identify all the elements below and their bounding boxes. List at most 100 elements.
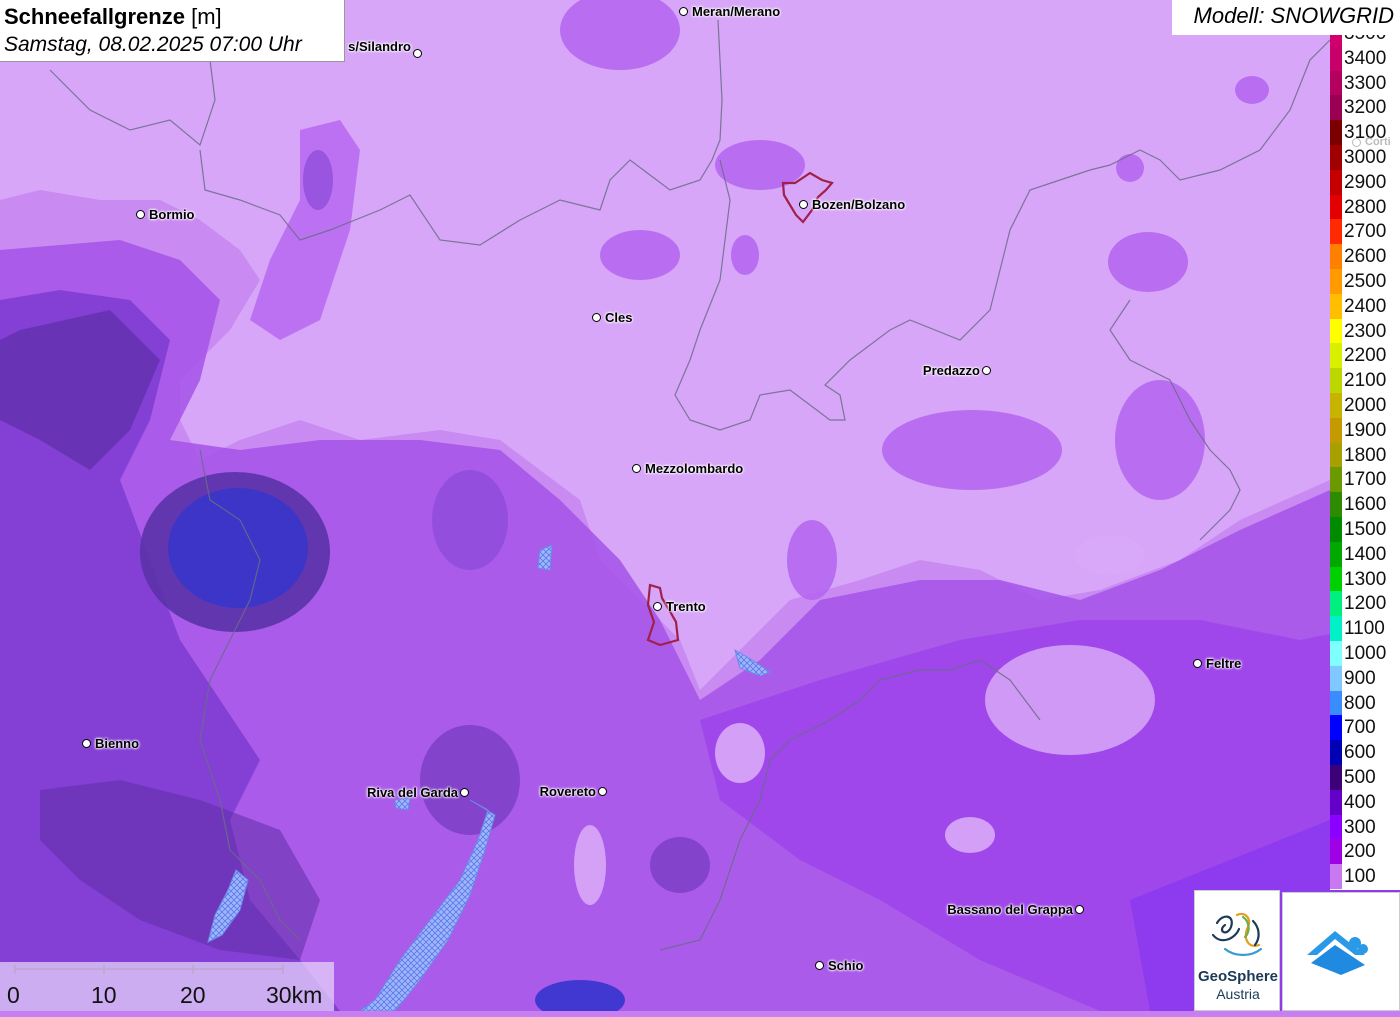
- legend-swatch: [1330, 318, 1342, 344]
- legend-row: 1100: [1330, 616, 1400, 642]
- legend-row: 1300: [1330, 566, 1400, 592]
- city-label[interactable]: Riva del Garda: [367, 785, 458, 800]
- legend-swatch: [1330, 194, 1342, 220]
- city-label[interactable]: Bozen/Bolzano: [812, 197, 905, 212]
- legend-swatch: [1330, 715, 1342, 741]
- city-marker-icon[interactable]: [460, 788, 469, 797]
- legend-label: 900: [1344, 667, 1376, 689]
- legend-label: 2400: [1344, 295, 1387, 317]
- city-marker-icon[interactable]: [679, 7, 688, 16]
- scale-label-0: 0: [7, 982, 20, 1008]
- legend-swatch: [1330, 839, 1342, 865]
- city-marker-icon[interactable]: [413, 49, 422, 58]
- legend-label: 1100: [1344, 618, 1385, 640]
- legend-row: 2200: [1330, 343, 1400, 369]
- city-marker-icon[interactable]: [982, 366, 991, 375]
- legend-label: 2500: [1344, 271, 1387, 292]
- city-marker-icon[interactable]: [136, 210, 145, 219]
- city-label[interactable]: Feltre: [1206, 656, 1241, 671]
- city-marker-icon[interactable]: [1193, 659, 1202, 668]
- legend-row: 2100: [1330, 368, 1400, 394]
- legend-swatch: [1330, 442, 1342, 468]
- legend-swatch: [1330, 343, 1342, 369]
- scale-label-30km: 30km: [266, 982, 323, 1008]
- scale-bar: 0 10 20 30km: [0, 962, 334, 1011]
- model-label: Modell: SNOWGRID: [1172, 0, 1400, 35]
- legend-row: 2300: [1330, 318, 1400, 344]
- legend-row: 2900: [1330, 169, 1400, 195]
- legend-row: 200: [1330, 839, 1400, 865]
- map-title-box: Schneefallgrenze [m] Samstag, 08.02.2025…: [0, 0, 345, 62]
- city-marker-icon[interactable]: [1352, 138, 1361, 147]
- map-title: Schneefallgrenze [m]: [4, 2, 340, 31]
- legend-label: 1600: [1344, 494, 1387, 516]
- geosphere-logo-icon: [1211, 912, 1263, 957]
- city-marker-icon[interactable]: [815, 961, 824, 970]
- city-label[interactable]: Bormio: [149, 207, 195, 222]
- color-legend: 3500340033003200310030002900280027002600…: [1330, 35, 1400, 890]
- legend-label: 1900: [1344, 419, 1387, 441]
- title-bold: Schneefallgrenze: [4, 4, 185, 29]
- legend-swatch: [1330, 45, 1342, 71]
- city-label[interactable]: Predazzo: [923, 363, 980, 378]
- city-marker-icon[interactable]: [653, 602, 662, 611]
- legend-swatch: [1330, 368, 1342, 394]
- legend-row: 1900: [1330, 417, 1400, 443]
- city-label[interactable]: Rovereto: [540, 784, 596, 799]
- legend-swatch: [1330, 541, 1342, 567]
- legend-swatch: [1330, 616, 1342, 642]
- city-marker-icon[interactable]: [1075, 905, 1084, 914]
- city-label[interactable]: Corti: [1365, 135, 1391, 150]
- legend-row: 100: [1330, 864, 1400, 890]
- legend-swatch: [1330, 35, 1342, 46]
- city-label[interactable]: Bassano del Grappa: [947, 902, 1073, 917]
- legend-row: 2700: [1330, 219, 1400, 245]
- legend-label: 3300: [1344, 72, 1387, 94]
- legend-swatch: [1330, 169, 1342, 195]
- legend-row: 600: [1330, 740, 1400, 766]
- snow-app-logo[interactable]: [1282, 892, 1400, 1011]
- legend-swatch: [1330, 95, 1342, 121]
- legend-label: 3500: [1344, 35, 1386, 45]
- legend-swatch: [1330, 145, 1342, 170]
- legend-row: 900: [1330, 665, 1400, 691]
- legend-label: 400: [1344, 791, 1376, 813]
- legend-swatch: [1330, 665, 1342, 691]
- geosphere-logo[interactable]: GeoSphere Austria: [1194, 890, 1280, 1011]
- legend-row: 3500: [1330, 35, 1400, 46]
- legend-swatch: [1330, 120, 1342, 146]
- legend-swatch: [1330, 740, 1342, 766]
- city-marker-icon[interactable]: [82, 739, 91, 748]
- city-marker-icon[interactable]: [598, 787, 607, 796]
- legend-swatch: [1330, 269, 1342, 294]
- legend-label: 2200: [1344, 345, 1387, 367]
- legend-label: 1500: [1344, 519, 1387, 540]
- legend-label: 300: [1344, 816, 1376, 838]
- legend-swatch: [1330, 789, 1342, 815]
- legend-label: 2300: [1344, 320, 1387, 342]
- legend-row: 2600: [1330, 244, 1400, 270]
- legend-row: 500: [1330, 765, 1400, 790]
- legend-label: 1000: [1344, 643, 1387, 664]
- city-label[interactable]: Meran/Merano: [692, 4, 780, 19]
- legend-row: 1800: [1330, 442, 1400, 468]
- legend-swatch: [1330, 641, 1342, 666]
- city-label[interactable]: s/Silandro: [348, 39, 411, 54]
- legend-swatch: [1330, 293, 1342, 319]
- city-marker-icon[interactable]: [799, 200, 808, 209]
- legend-label: 200: [1344, 841, 1376, 863]
- legend-swatch: [1330, 417, 1342, 443]
- legend-row: 1200: [1330, 591, 1400, 617]
- city-marker-icon[interactable]: [632, 464, 641, 473]
- city-marker-icon[interactable]: [592, 313, 601, 322]
- snowfall-limit-map[interactable]: [0, 0, 1400, 1011]
- city-label[interactable]: Schio: [828, 958, 863, 973]
- city-label[interactable]: Cles: [605, 310, 632, 325]
- city-label[interactable]: Mezzolombardo: [645, 461, 743, 476]
- legend-row: 3200: [1330, 95, 1400, 121]
- title-unit: [m]: [191, 4, 222, 29]
- legend-row: 400: [1330, 789, 1400, 815]
- legend-swatch: [1330, 393, 1342, 418]
- city-label[interactable]: Bienno: [95, 736, 139, 751]
- city-label[interactable]: Trento: [666, 599, 706, 614]
